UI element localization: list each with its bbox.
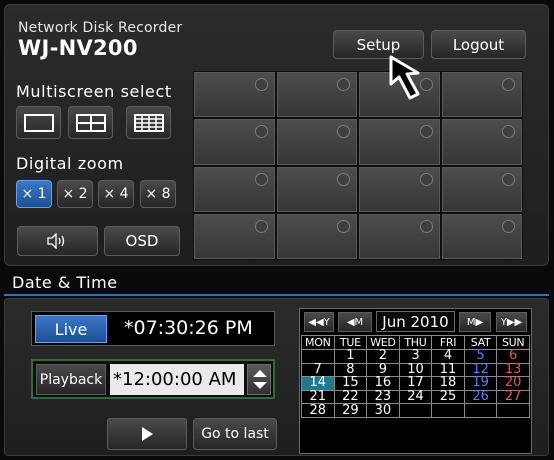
audio-button[interactable] [17, 226, 98, 256]
single-screen-button[interactable] [16, 106, 61, 139]
playback-time-field[interactable]: *12:00:00 AM [110, 364, 244, 395]
calendar-empty-cell [496, 403, 530, 418]
single-screen-icon [23, 113, 54, 132]
calendar-day[interactable]: 23 [366, 389, 400, 405]
camera-status-icon [254, 78, 268, 91]
camera-status-icon [419, 219, 433, 233]
calendar-week: 21 22 23 24 25 26 27 [301, 389, 530, 405]
camera-tile[interactable] [276, 72, 357, 118]
prev-year-button[interactable]: ◀◀Y [304, 312, 334, 332]
camera-tile[interactable] [194, 213, 275, 259]
zoom-x2-button[interactable]: × 2 [57, 180, 93, 208]
calendar-day[interactable]: 28 [301, 403, 335, 418]
calendar-day[interactable]: 24 [398, 389, 433, 405]
zoom-x1-button[interactable]: × 1 [16, 180, 52, 208]
mouse-cursor-icon [389, 55, 420, 100]
camera-status-icon [337, 172, 350, 186]
logout-button[interactable]: Logout [431, 30, 526, 59]
date-time-title: Date & Time [4, 270, 549, 296]
camera-status-icon [254, 172, 268, 186]
camera-tile[interactable] [276, 119, 357, 165]
calendar-day[interactable]: 21 [301, 389, 335, 405]
weekday-header: MON [301, 335, 335, 350]
zoom-x8-button[interactable]: × 8 [140, 180, 176, 208]
calendar-empty-cell [398, 403, 433, 418]
live-time: *07:30:26 PM [124, 317, 253, 339]
play-icon [141, 427, 153, 441]
calendar-month: Jun 2010 [376, 311, 455, 332]
spin-down-icon[interactable] [253, 382, 267, 389]
camera-tile[interactable] [441, 213, 522, 259]
camera-tile[interactable] [359, 213, 440, 259]
calendar-grid: MON TUE WED THU FRI SAT SUN 1 2 3 4 5 6 7 8 9 10 11 12 13 1… [301, 335, 530, 418]
camera-status-icon [419, 172, 433, 186]
quad-screen-button[interactable] [68, 106, 113, 139]
sixteen-screen-icon [133, 113, 164, 132]
camera-tile[interactable] [441, 166, 522, 212]
go-to-last-button[interactable]: Go to last [193, 418, 277, 450]
camera-status-icon [419, 125, 433, 139]
camera-tile[interactable] [441, 72, 522, 118]
speaker-icon [46, 233, 64, 249]
camera-grid [193, 71, 523, 260]
camera-tile[interactable] [359, 119, 440, 165]
camera-status-icon [337, 78, 350, 91]
multiscreen-label: Multiscreen select [16, 82, 172, 101]
camera-tile[interactable] [194, 72, 275, 118]
calendar-day[interactable]: 22 [333, 389, 368, 405]
live-button[interactable]: Live [35, 315, 107, 343]
camera-tile[interactable] [359, 166, 440, 212]
playback-button[interactable]: Playback [36, 364, 106, 395]
brand-model: WJ-NV200 [18, 36, 138, 60]
camera-status-icon [502, 172, 515, 186]
calendar-empty-cell [431, 403, 465, 418]
camera-tile[interactable] [276, 213, 357, 259]
camera-status-icon [502, 78, 515, 91]
app-frame: Network Disk Recorder WJ-NV200 Setup Log… [0, 0, 554, 460]
camera-status-icon [254, 125, 268, 139]
camera-status-icon [337, 219, 350, 233]
next-year-button[interactable]: Y▶▶ [496, 312, 527, 332]
camera-status-icon [502, 219, 515, 233]
camera-tile[interactable] [276, 166, 357, 212]
camera-status-icon [502, 125, 515, 139]
camera-status-icon [337, 125, 350, 139]
camera-tile[interactable] [194, 166, 275, 212]
brand-subtitle: Network Disk Recorder [18, 20, 183, 36]
play-button[interactable] [107, 418, 187, 450]
calendar-day[interactable]: 26 [463, 389, 498, 405]
calendar-day[interactable]: 25 [431, 389, 465, 405]
sixteen-screen-button[interactable] [126, 106, 171, 139]
zoom-x4-button[interactable]: × 4 [98, 180, 134, 208]
next-month-button[interactable]: M▶ [459, 312, 491, 332]
calendar-week: 28 29 30 [301, 403, 530, 418]
calendar-empty-cell [463, 403, 498, 418]
prev-month-button[interactable]: ◀M [338, 312, 372, 332]
camera-status-icon [254, 219, 268, 233]
osd-button[interactable]: OSD [104, 226, 180, 256]
spin-up-icon[interactable] [253, 370, 267, 377]
camera-tile[interactable] [441, 119, 522, 165]
calendar-day[interactable]: 29 [333, 403, 368, 418]
calendar-day[interactable]: 27 [496, 389, 530, 405]
quad-screen-icon [75, 113, 106, 132]
camera-tile[interactable] [194, 119, 275, 165]
digital-zoom-label: Digital zoom [16, 154, 124, 173]
time-spinner[interactable] [247, 364, 271, 395]
calendar-day[interactable]: 30 [366, 403, 400, 418]
